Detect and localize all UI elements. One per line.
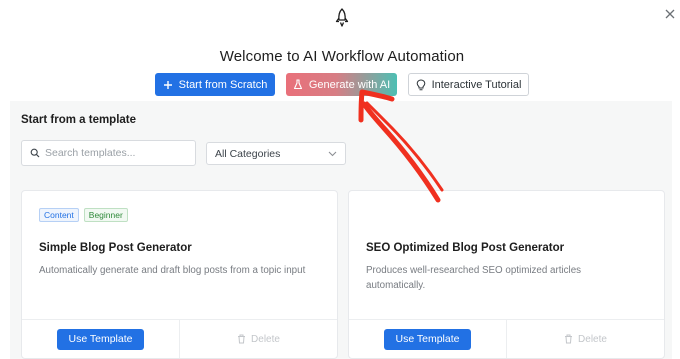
card-footer: Use Template Delete: [349, 319, 664, 358]
trash-icon: [565, 334, 573, 344]
category-select-value: All Categories: [215, 147, 281, 160]
welcome-modal: Welcome to AI Workflow Automation Start …: [0, 0, 680, 359]
generate-with-ai-label: Generate with AI: [308, 78, 391, 91]
search-input[interactable]: [45, 147, 185, 159]
rocket-icon: [335, 8, 349, 27]
template-title: Simple Blog Post Generator: [39, 242, 192, 254]
flask-icon: [293, 79, 302, 90]
trash-icon: [238, 334, 246, 344]
delete-button[interactable]: Delete: [237, 334, 280, 345]
start-from-scratch-button[interactable]: Start from Scratch: [155, 73, 275, 96]
category-select[interactable]: All Categories: [206, 142, 346, 165]
tag-badge-beginner: Beginner: [83, 208, 128, 222]
delete-label: Delete: [251, 333, 280, 345]
interactive-tutorial-button[interactable]: Interactive Tutorial: [408, 73, 529, 96]
generate-with-ai-button[interactable]: Generate with AI: [286, 73, 397, 96]
template-description: Automatically generate and draft blog po…: [39, 265, 306, 276]
plus-icon: [163, 80, 172, 89]
tag-badge-content: Content: [39, 208, 79, 222]
template-card[interactable]: Content Beginner Simple Blog Post Genera…: [21, 190, 338, 359]
template-title: SEO Optimized Blog Post Generator: [366, 242, 565, 254]
start-from-scratch-label: Start from Scratch: [178, 78, 268, 91]
interactive-tutorial-label: Interactive Tutorial: [431, 78, 522, 91]
search-box: [21, 140, 196, 166]
delete-label: Delete: [578, 333, 607, 345]
use-template-button[interactable]: Use Template: [57, 328, 144, 350]
template-panel: Start from a template All Categories Con…: [10, 101, 672, 359]
modal-title: Welcome to AI Workflow Automation: [219, 48, 465, 65]
delete-button[interactable]: Delete: [564, 334, 607, 345]
section-title: Start from a template: [21, 114, 137, 126]
chevron-down-icon: [328, 151, 337, 156]
close-icon[interactable]: [662, 6, 678, 22]
lightbulb-icon: [416, 78, 425, 90]
use-template-button[interactable]: Use Template: [384, 328, 471, 350]
search-icon: [30, 148, 40, 158]
badge-list: Content Beginner: [39, 208, 128, 222]
card-footer: Use Template Delete: [22, 319, 337, 358]
template-card[interactable]: SEO Optimized Blog Post Generator Produc…: [348, 190, 665, 359]
template-description: Produces well-researched SEO optimized a…: [366, 265, 582, 291]
